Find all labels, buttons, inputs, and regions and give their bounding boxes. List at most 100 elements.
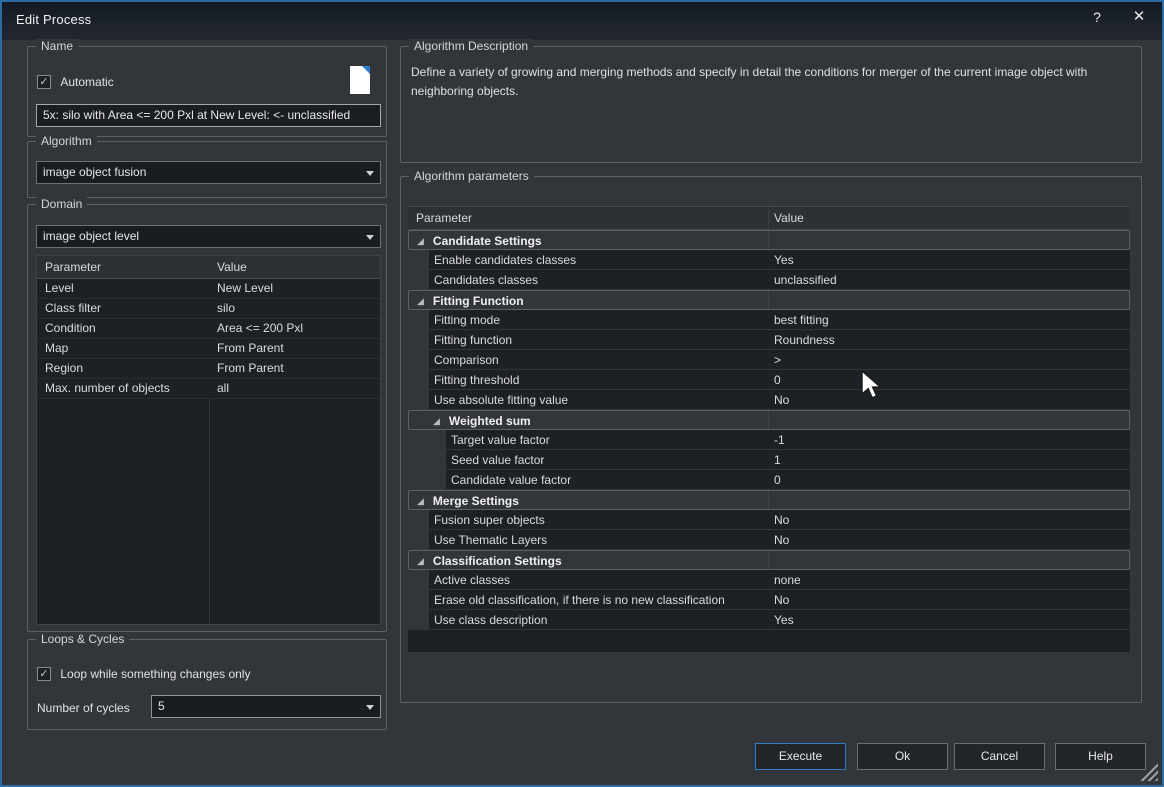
- parameter-value: Area <= 200 Pxl: [217, 319, 303, 338]
- param-group-row[interactable]: ◢Weighted sum: [408, 410, 1130, 430]
- cycles-select[interactable]: 5: [151, 695, 381, 718]
- close-icon[interactable]: ✕: [1127, 6, 1151, 28]
- param-value[interactable]: No: [774, 510, 789, 530]
- param-value[interactable]: No: [774, 590, 789, 610]
- param-row[interactable]: Fitting threshold0: [408, 370, 1130, 390]
- param-row[interactable]: Fitting modebest fitting: [408, 310, 1130, 330]
- chevron-down-icon[interactable]: [366, 171, 374, 176]
- param-row[interactable]: Candidate value factor 0: [408, 470, 1130, 490]
- param-row[interactable]: Seed value factor1: [408, 450, 1130, 470]
- param-name: Candidate value factor: [451, 470, 571, 490]
- automatic-checkbox[interactable]: ✓: [37, 75, 51, 89]
- param-group-row[interactable]: ◢ Fitting Function: [408, 290, 1130, 310]
- param-row[interactable]: Use class description Yes: [408, 610, 1130, 630]
- loop-checkbox[interactable]: ✓: [37, 667, 51, 681]
- param-name: Candidates classes: [434, 270, 538, 290]
- param-empty-row: [408, 630, 1130, 653]
- table-row[interactable]: Max. number of objectsall: [37, 379, 380, 399]
- parameters-header-parameter: Parameter: [416, 207, 472, 230]
- param-row[interactable]: Fitting functionRoundness: [408, 330, 1130, 350]
- param-row[interactable]: Active classes none: [408, 570, 1130, 590]
- param-group-row[interactable]: ◢Classification Settings: [408, 550, 1130, 570]
- param-name: Erase old classification, if there is no…: [434, 590, 725, 610]
- parameter-value: silo: [217, 299, 235, 318]
- param-value[interactable]: Roundness: [774, 330, 835, 350]
- table-row[interactable]: Class filter silo: [37, 299, 380, 319]
- param-name: Use absolute fitting value: [434, 390, 568, 410]
- document-fold: [362, 66, 370, 74]
- param-row[interactable]: Use absolute fitting value No: [408, 390, 1130, 410]
- param-value[interactable]: best fitting: [774, 310, 829, 330]
- param-name: Enable candidates classes: [434, 250, 576, 270]
- table-row[interactable]: Condition Area <= 200 Pxl: [37, 319, 380, 339]
- automatic-checkbox-row[interactable]: ✓ Automatic: [37, 74, 114, 89]
- param-group-label: Fitting Function: [433, 294, 524, 308]
- expander-icon[interactable]: ◢: [417, 236, 424, 246]
- param-row[interactable]: Candidates classes unclassified: [408, 270, 1130, 290]
- expander-icon[interactable]: ◢: [417, 556, 424, 566]
- param-name: Fusion super objects: [434, 510, 545, 530]
- table-row[interactable]: MapFrom Parent: [37, 339, 380, 359]
- algorithm-group-label: Algorithm: [36, 134, 97, 148]
- param-value[interactable]: No: [774, 530, 789, 550]
- edit-process-dialog: Edit Process ? ✕ Name ✓ Automatic 5x: si…: [0, 0, 1164, 787]
- row-background: [446, 450, 1130, 469]
- param-value[interactable]: 1: [774, 450, 781, 470]
- algorithm-select[interactable]: image object fusion: [36, 161, 381, 184]
- execute-button[interactable]: Execute: [755, 743, 846, 770]
- param-name: Active classes: [434, 570, 510, 590]
- param-row[interactable]: Comparison>: [408, 350, 1130, 370]
- help-icon[interactable]: ?: [1085, 6, 1109, 28]
- param-row[interactable]: Target value factor-1: [408, 430, 1130, 450]
- domain-selected-value: image object level: [43, 229, 139, 243]
- table-row[interactable]: Level New Level: [37, 279, 380, 299]
- description-group-label: Algorithm Description: [409, 39, 533, 53]
- param-row[interactable]: Fusion super objects No: [408, 510, 1130, 530]
- parameter-name: Condition: [45, 319, 96, 338]
- param-value[interactable]: none: [774, 570, 801, 590]
- title-bar[interactable]: Edit Process ? ✕: [2, 2, 1162, 40]
- domain-group-label: Domain: [36, 197, 87, 211]
- ok-button[interactable]: Ok: [857, 743, 948, 770]
- param-row[interactable]: Erase old classification, if there is no…: [408, 590, 1130, 610]
- param-group-row[interactable]: ◢Candidate Settings: [408, 230, 1130, 250]
- name-group: Name ✓ Automatic 5x: silo with Area <= 2…: [27, 46, 387, 137]
- cycles-label: Number of cycles: [37, 701, 130, 715]
- chevron-down-icon[interactable]: [366, 705, 374, 710]
- param-name: Use class description: [434, 610, 547, 630]
- param-value[interactable]: -1: [774, 430, 785, 450]
- name-group-label: Name: [36, 39, 78, 53]
- param-group-row[interactable]: ◢ Merge Settings: [408, 490, 1130, 510]
- chevron-down-icon[interactable]: [366, 235, 374, 240]
- domain-select[interactable]: image object level: [36, 225, 381, 248]
- parameter-name: Class filter: [45, 299, 101, 318]
- loops-cycles-group: Loops & Cycles ✓ Loop while something ch…: [27, 639, 387, 730]
- param-group-label: Merge Settings: [433, 494, 519, 508]
- parameter-value: New Level: [217, 279, 273, 298]
- param-value[interactable]: 0: [774, 470, 781, 490]
- expander-icon[interactable]: ◢: [433, 416, 440, 426]
- param-row[interactable]: Enable candidates classes Yes: [408, 250, 1130, 270]
- column-divider: [768, 207, 769, 229]
- param-value[interactable]: 0: [774, 370, 781, 390]
- param-value[interactable]: >: [774, 350, 781, 370]
- parameter-value: From Parent: [217, 359, 284, 378]
- param-value[interactable]: No: [774, 390, 789, 410]
- table-row[interactable]: RegionFrom Parent: [37, 359, 380, 379]
- parameter-name: Level: [45, 279, 74, 298]
- loop-checkbox-row[interactable]: ✓ Loop while something changes only: [37, 666, 250, 681]
- help-button[interactable]: Help: [1055, 743, 1146, 770]
- expander-icon[interactable]: ◢: [417, 496, 424, 506]
- algorithm-description-group: Algorithm Description Define a variety o…: [400, 46, 1142, 163]
- new-document-icon[interactable]: [350, 66, 370, 94]
- param-value[interactable]: unclassified: [774, 270, 837, 290]
- process-name-input[interactable]: 5x: silo with Area <= 200 Pxl at New Lev…: [36, 104, 381, 127]
- param-value[interactable]: Yes: [774, 610, 794, 630]
- cancel-button[interactable]: Cancel: [954, 743, 1045, 770]
- domain-header-parameter: Parameter: [45, 256, 101, 279]
- param-value[interactable]: Yes: [774, 250, 794, 270]
- param-row[interactable]: Use Thematic LayersNo: [408, 530, 1130, 550]
- parameter-value: all: [217, 379, 229, 398]
- expander-icon[interactable]: ◢: [417, 296, 424, 306]
- domain-header-value: Value: [217, 256, 247, 279]
